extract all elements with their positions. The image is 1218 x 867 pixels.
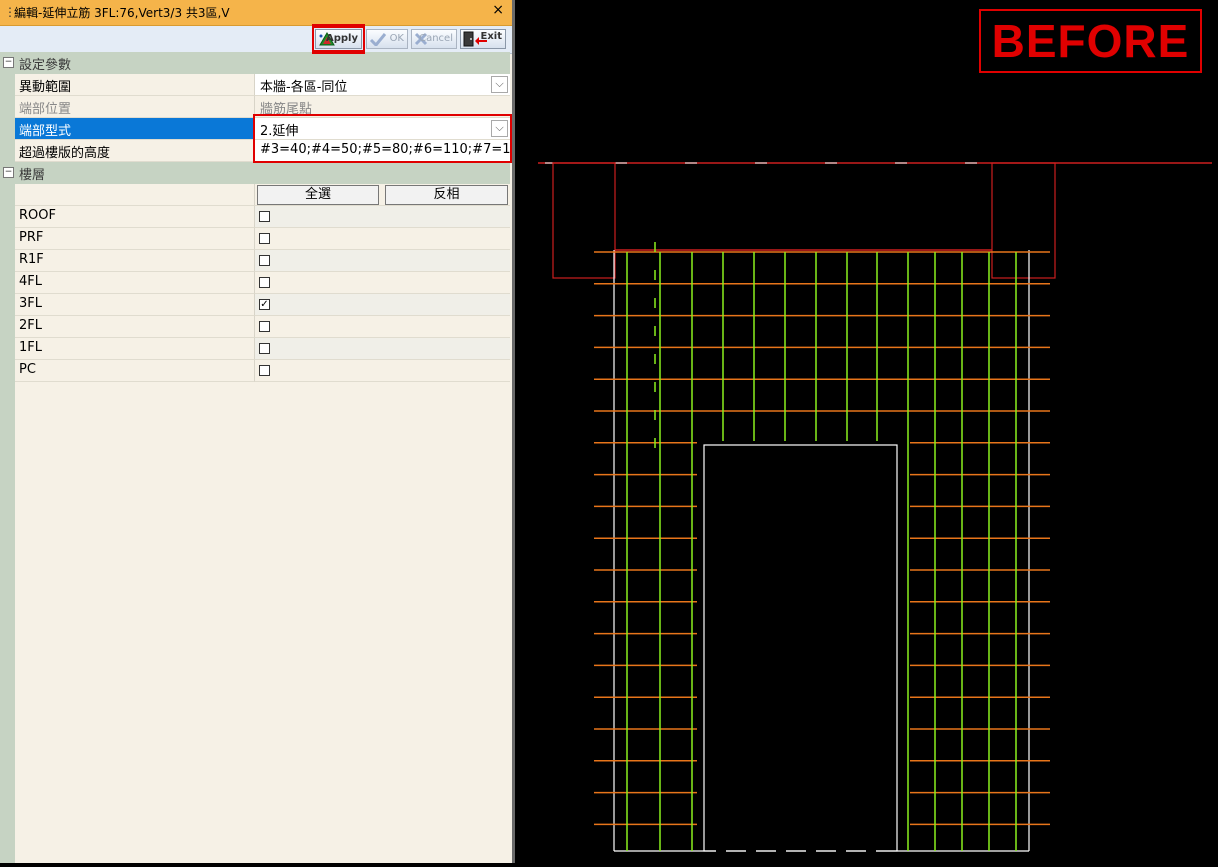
floor-name: 3FL — [15, 294, 255, 316]
category-label: 設定參數 — [19, 58, 72, 73]
property-panel: ⋮ 編輯-延伸立筋 3FL:76,Vert3/3 共3區,V × Apply O… — [0, 0, 512, 863]
floor-name: PRF — [15, 228, 255, 250]
category-settings[interactable]: − 設定參數 — [0, 52, 510, 74]
row-gutter — [0, 74, 15, 96]
category-label: 樓層 — [19, 168, 46, 183]
invert-selection-button[interactable]: 反相 — [385, 185, 508, 205]
prop-value: 牆筋尾點 — [255, 96, 510, 118]
floor-checkbox[interactable] — [259, 321, 270, 332]
chevron-down-icon[interactable]: ⌵ — [491, 120, 508, 137]
row-gutter — [0, 360, 15, 382]
floor-checkbox[interactable]: ✓ — [259, 299, 270, 310]
row-gutter — [0, 184, 15, 206]
row-gutter — [0, 272, 15, 294]
floor-check-cell — [255, 338, 510, 360]
ok-button[interactable]: OK — [366, 29, 408, 49]
row-gutter — [0, 316, 15, 338]
before-stamp: BEFORE — [979, 9, 1202, 73]
floor-check-cell — [255, 316, 510, 338]
apply-label: Apply — [325, 33, 358, 44]
floor-row[interactable]: PC — [0, 360, 510, 382]
floor-check-cell — [255, 294, 510, 316]
prop-value: 2.延伸 — [260, 124, 299, 139]
check-icon — [369, 33, 387, 46]
collapse-icon[interactable]: − — [3, 57, 14, 68]
exit-button[interactable]: Exit — [460, 29, 506, 49]
row-gutter — [0, 338, 15, 360]
grid-gutter — [0, 382, 15, 863]
floor-row[interactable]: 1FL — [0, 338, 510, 360]
floor-checkbox[interactable] — [259, 233, 270, 244]
blank-name-cell — [15, 184, 255, 206]
prop-value: 本牆-各區-同位 — [260, 80, 348, 95]
cad-drawing — [538, 162, 1212, 852]
floor-check-cell — [255, 272, 510, 294]
floor-row[interactable]: ROOF — [0, 206, 510, 228]
select-all-button[interactable]: 全選 — [257, 185, 379, 205]
floor-checkbox[interactable] — [259, 255, 270, 266]
floor-buttons-row: 全選 反相 — [0, 184, 510, 206]
floor-name: ROOF — [15, 206, 255, 228]
floor-check-cell — [255, 360, 510, 382]
row-gutter — [0, 206, 15, 228]
cad-viewport[interactable] — [515, 0, 1218, 863]
floor-row[interactable]: PRF — [0, 228, 510, 250]
prop-name: 端部位置 — [15, 96, 255, 118]
prop-value-select[interactable]: 本牆-各區-同位 ⌵ — [255, 74, 510, 96]
floor-checkbox[interactable] — [259, 211, 270, 222]
chevron-down-icon[interactable]: ⌵ — [491, 76, 508, 93]
row-gutter — [0, 140, 15, 162]
ok-label: OK — [389, 33, 404, 44]
floor-row[interactable]: 2FL — [0, 316, 510, 338]
prop-name: 超過樓版的高度 — [15, 140, 255, 162]
row-gutter — [0, 294, 15, 316]
prop-row-end-type[interactable]: 端部型式 2.延伸 ⌵ — [0, 118, 510, 140]
close-icon[interactable]: × — [492, 2, 504, 18]
door-opening — [703, 444, 898, 852]
floor-checkbox[interactable] — [259, 365, 270, 376]
prop-name: 異動範圍 — [15, 74, 255, 96]
floor-name: 2FL — [15, 316, 255, 338]
floor-checkbox[interactable] — [259, 277, 270, 288]
cancel-button[interactable]: Cancel — [411, 29, 457, 49]
floor-check-cell — [255, 206, 510, 228]
floor-row[interactable]: 3FL ✓ — [0, 294, 510, 316]
floor-name: R1F — [15, 250, 255, 272]
row-gutter — [0, 96, 15, 118]
apply-button[interactable]: Apply — [312, 26, 365, 52]
row-gutter — [0, 250, 15, 272]
collapse-icon[interactable]: − — [3, 167, 14, 178]
exit-label: Exit — [480, 31, 503, 42]
category-floors[interactable]: − 樓層 — [0, 162, 510, 184]
title-bar[interactable]: ⋮ 編輯-延伸立筋 3FL:76,Vert3/3 共3區,V × — [0, 0, 512, 26]
prop-row-end-position: 端部位置 牆筋尾點 — [0, 96, 510, 118]
prop-name: 端部型式 — [15, 118, 255, 140]
floor-row[interactable]: R1F — [0, 250, 510, 272]
floor-name: PC — [15, 360, 255, 382]
prop-row-change-scope[interactable]: 異動範圍 本牆-各區-同位 ⌵ — [0, 74, 510, 96]
floor-name: 1FL — [15, 338, 255, 360]
toolbar: Apply OK Cancel Exit — [0, 26, 512, 54]
beam-right — [991, 162, 1056, 279]
prop-value-input[interactable]: #3=40;#4=50;#5=80;#6=110;#7=140; — [255, 140, 510, 162]
prop-value-select[interactable]: 2.延伸 ⌵ — [255, 118, 510, 140]
window-title: 編輯-延伸立筋 3FL:76,Vert3/3 共3區,V — [14, 6, 230, 20]
cancel-label: Cancel — [419, 33, 453, 44]
beam-left — [552, 162, 616, 279]
row-gutter — [0, 118, 15, 140]
floor-checkbox[interactable] — [259, 343, 270, 354]
prop-row-overslab-height[interactable]: 超過樓版的高度 #3=40;#4=50;#5=80;#6=110;#7=140; — [0, 140, 510, 162]
floor-check-cell — [255, 228, 510, 250]
floor-name: 4FL — [15, 272, 255, 294]
button-cell: 全選 反相 — [255, 184, 510, 206]
floor-row[interactable]: 4FL — [0, 272, 510, 294]
floor-check-cell — [255, 250, 510, 272]
row-gutter — [0, 228, 15, 250]
